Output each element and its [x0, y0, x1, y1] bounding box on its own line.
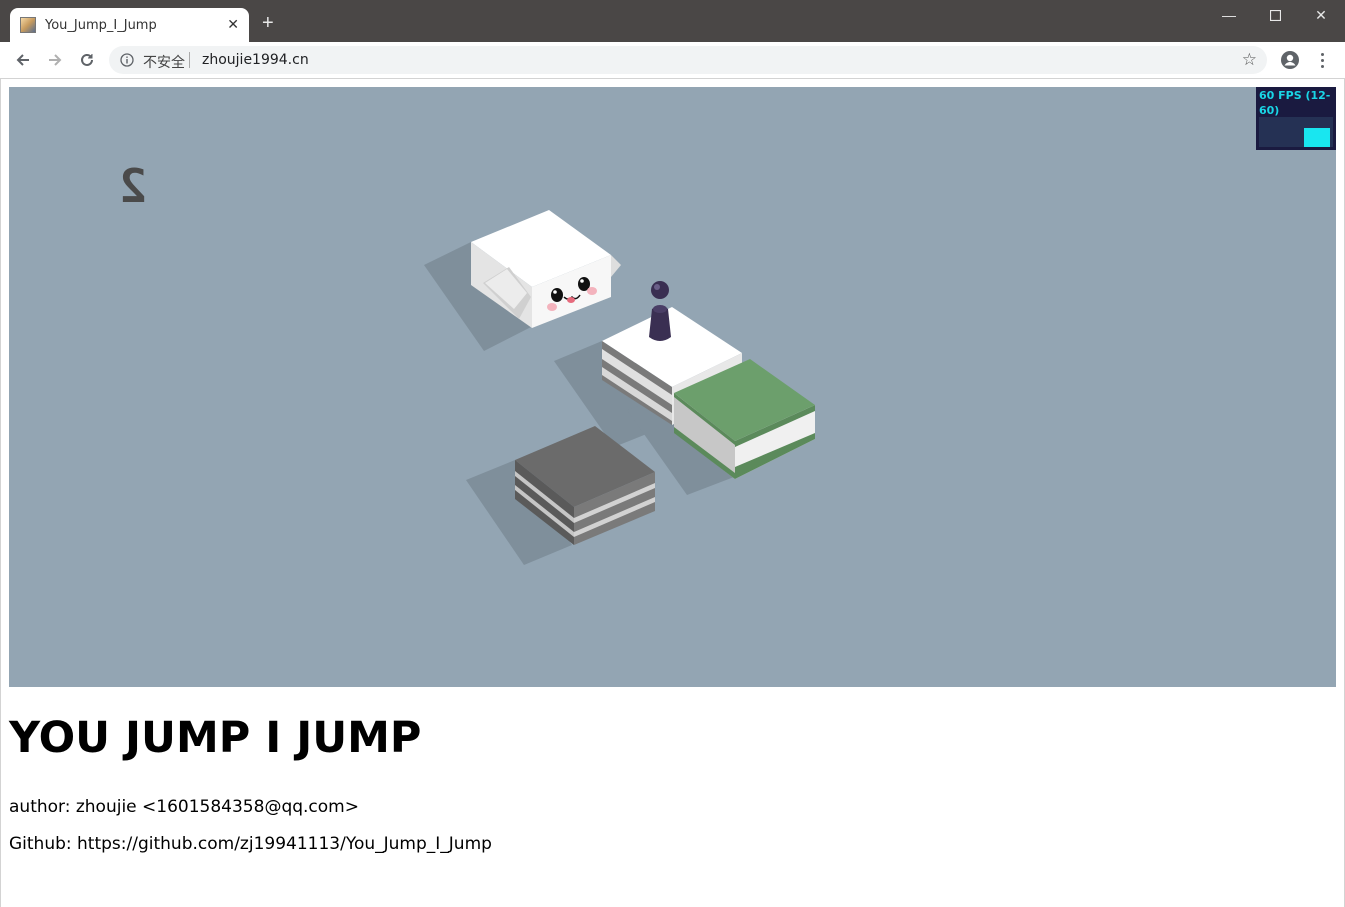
new-tab-icon[interactable]: + — [262, 13, 274, 33]
info-icon[interactable] — [120, 53, 134, 67]
browser-titlebar: You_Jump_I_Jump ✕ + — ✕ — [0, 0, 1345, 42]
url-text[interactable]: zhoujie1994.cn — [202, 52, 309, 68]
back-icon[interactable] — [11, 48, 35, 72]
fps-stats-panel[interactable]: 60 FPS (12-60) — [1256, 87, 1336, 150]
page-title: YOU JUMP I JUMP — [9, 713, 422, 763]
favicon-icon — [20, 17, 36, 33]
browser-tab[interactable]: You_Jump_I_Jump ✕ — [10, 8, 249, 42]
author-line: author: zhoujie <1601584358@qq.com> — [9, 797, 359, 817]
browser-menu-icon[interactable] — [1314, 48, 1330, 72]
reload-icon[interactable] — [75, 48, 99, 72]
bookmark-star-icon[interactable]: ☆ — [1242, 50, 1257, 70]
minimize-icon[interactable]: — — [1206, 0, 1252, 30]
fps-stats-text: 60 FPS (12-60) — [1259, 89, 1331, 117]
close-window-icon[interactable]: ✕ — [1298, 0, 1344, 30]
address-bar[interactable]: 不安全 zhoujie1994.cn ☆ — [109, 46, 1267, 74]
game-scene — [424, 210, 815, 565]
window-border-left — [0, 79, 1, 907]
maximize-icon[interactable] — [1252, 0, 1298, 30]
player-piece — [649, 281, 671, 341]
security-label[interactable]: 不安全 — [143, 52, 185, 72]
github-line: Github: https://github.com/zj19941113/Yo… — [9, 834, 492, 854]
tab-title: You_Jump_I_Jump — [45, 18, 157, 33]
score-display: 2 — [119, 159, 147, 213]
game-canvas[interactable]: 2 60 FPS (12-60) — [9, 87, 1336, 687]
forward-icon[interactable] — [43, 48, 67, 72]
fps-graph-bar — [1304, 128, 1330, 147]
omnibox-divider — [189, 52, 190, 68]
profile-icon[interactable] — [1280, 50, 1300, 70]
browser-toolbar: 不安全 zhoujie1994.cn ☆ — [0, 42, 1345, 79]
tab-close-icon[interactable]: ✕ — [227, 16, 239, 33]
